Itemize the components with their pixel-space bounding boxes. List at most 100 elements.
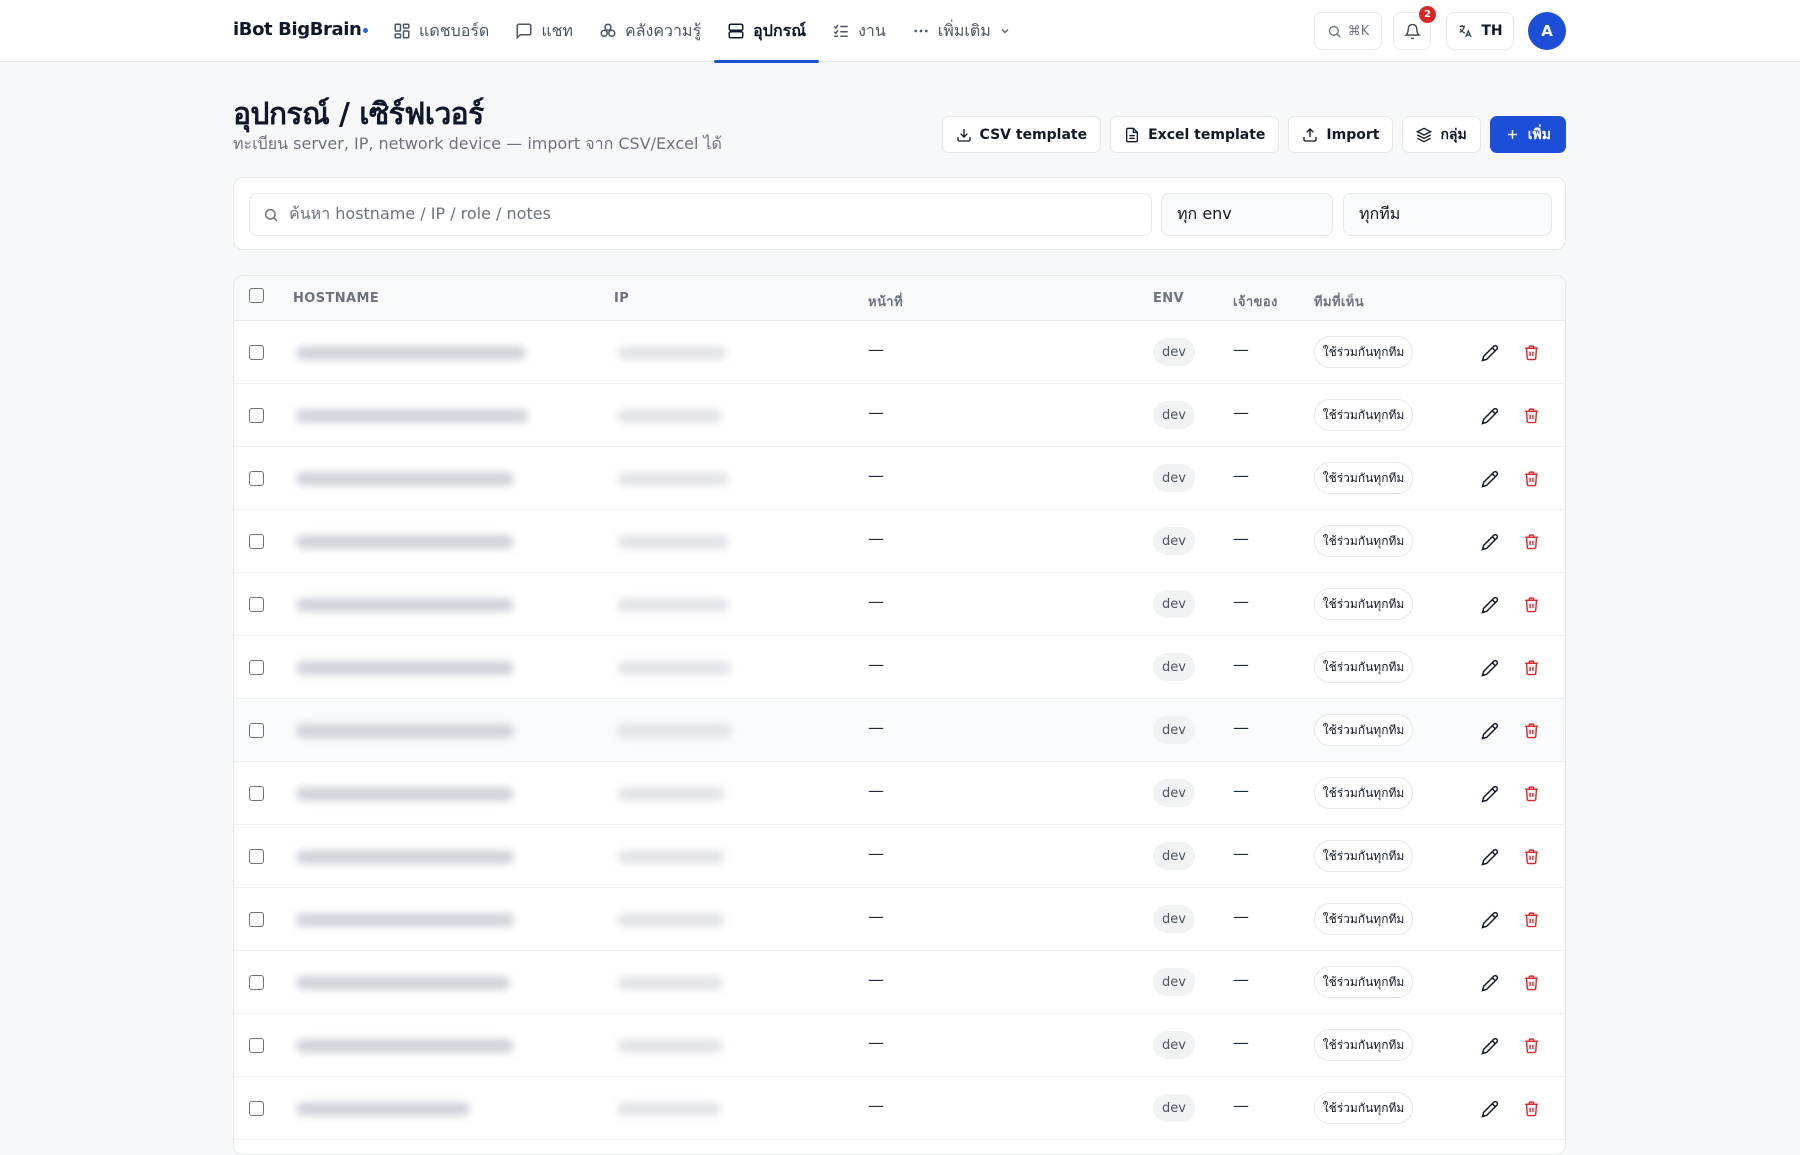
delete-icon[interactable] <box>1522 847 1541 866</box>
table-row[interactable]: — dev — ใช้ร่วมกันทุกทีม <box>234 384 1565 447</box>
notifications-button[interactable]: 2 <box>1393 6 1436 50</box>
table-row[interactable]: — dev — ใช้ร่วมกันทุกทีม <box>234 1014 1565 1077</box>
row-checkbox[interactable] <box>249 408 264 423</box>
env-badge: dev <box>1153 653 1195 681</box>
column-header-role[interactable]: หน้าที่ <box>868 291 903 312</box>
delete-icon[interactable] <box>1522 343 1541 362</box>
edit-icon[interactable] <box>1480 343 1499 362</box>
language-switcher[interactable]: TH <box>1446 12 1514 50</box>
delete-icon[interactable] <box>1522 1036 1541 1055</box>
table-row[interactable]: — dev — ใช้ร่วมกันทุกทีม <box>234 321 1565 384</box>
owner-cell: — <box>1233 529 1249 548</box>
table-row[interactable]: — dev — ใช้ร่วมกันทุกทีม <box>234 636 1565 699</box>
team-filter-select[interactable]: ทุกทีม <box>1343 193 1552 236</box>
edit-icon[interactable] <box>1480 406 1499 425</box>
nav-item-chat[interactable]: แชท <box>502 0 586 62</box>
groups-button[interactable]: กลุ่ม <box>1402 116 1481 153</box>
user-avatar[interactable]: A <box>1528 12 1566 50</box>
device-search-input[interactable]: ค้นหา hostname / IP / role / notes <box>249 193 1152 236</box>
redacted-ip <box>617 787 725 801</box>
chat-icon <box>516 23 532 40</box>
row-checkbox[interactable] <box>249 1101 264 1116</box>
table-row[interactable]: — dev — ใช้ร่วมกันทุกทีม <box>234 447 1565 510</box>
row-checkbox[interactable] <box>249 660 264 675</box>
delete-icon[interactable] <box>1522 784 1541 803</box>
row-checkbox[interactable] <box>249 345 264 360</box>
delete-icon[interactable] <box>1522 973 1541 992</box>
row-checkbox[interactable] <box>249 471 264 486</box>
edit-icon[interactable] <box>1480 1036 1499 1055</box>
language-label: TH <box>1481 23 1503 39</box>
column-header-owner[interactable]: เจ้าของ <box>1233 291 1278 312</box>
redacted-hostname <box>296 661 514 675</box>
excel-template-label: Excel template <box>1148 126 1266 143</box>
row-checkbox[interactable] <box>249 723 264 738</box>
nav-item-dashboard[interactable]: แดชบอร์ด <box>380 0 502 62</box>
delete-icon[interactable] <box>1522 721 1541 740</box>
table-row[interactable]: — dev — ใช้ร่วมกันทุกทีม <box>234 699 1565 762</box>
command-search-button[interactable]: ⌘K <box>1314 12 1382 50</box>
row-checkbox[interactable] <box>249 534 264 549</box>
env-badge: dev <box>1153 464 1195 492</box>
brand-logo[interactable]: iBot BigBrain <box>233 19 369 40</box>
row-checkbox[interactable] <box>249 975 264 990</box>
table-row[interactable]: — dev — ใช้ร่วมกันทุกทีม <box>234 951 1565 1014</box>
table-row[interactable]: — dev — ใช้ร่วมกันทุกทีม <box>234 888 1565 951</box>
table-row[interactable]: — dev — ใช้ร่วมกันทุกทีม <box>234 510 1565 573</box>
edit-icon[interactable] <box>1480 658 1499 677</box>
spreadsheet-file-icon <box>1126 127 1139 142</box>
edit-icon[interactable] <box>1480 595 1499 614</box>
edit-icon[interactable] <box>1480 784 1499 803</box>
row-checkbox[interactable] <box>249 912 264 927</box>
row-checkbox[interactable] <box>249 786 264 801</box>
delete-icon[interactable] <box>1522 469 1541 488</box>
role-cell: — <box>868 781 884 800</box>
delete-icon[interactable] <box>1522 532 1541 551</box>
column-header-visible-teams[interactable]: ทีมที่เห็น <box>1314 291 1364 312</box>
redacted-ip <box>617 1102 721 1116</box>
delete-icon[interactable] <box>1522 406 1541 425</box>
table-row[interactable]: — dev — ใช้ร่วมกันทุกทีม <box>234 573 1565 636</box>
env-badge: dev <box>1153 1031 1195 1059</box>
row-checkbox[interactable] <box>249 1038 264 1053</box>
column-header-hostname[interactable]: HOSTNAME <box>293 291 379 306</box>
owner-cell: — <box>1233 970 1249 989</box>
delete-icon[interactable] <box>1522 658 1541 677</box>
add-device-button[interactable]: เพิ่ม <box>1489 116 1566 153</box>
visibility-badge: ใช้ร่วมกันทุกทีม <box>1314 966 1413 998</box>
redacted-hostname <box>296 1039 514 1053</box>
edit-icon[interactable] <box>1480 847 1499 866</box>
table-row[interactable]: — dev — ใช้ร่วมกันทุกทีม <box>234 825 1565 888</box>
edit-icon[interactable] <box>1480 469 1499 488</box>
edit-icon[interactable] <box>1480 721 1499 740</box>
edit-icon[interactable] <box>1480 973 1499 992</box>
column-header-ip[interactable]: IP <box>614 291 629 306</box>
nav-item-knowledge[interactable]: คลังความรู้ <box>586 0 714 62</box>
role-cell: — <box>868 466 884 485</box>
env-filter-select[interactable]: ทุก env <box>1161 193 1333 236</box>
edit-icon[interactable] <box>1480 532 1499 551</box>
edit-icon[interactable] <box>1480 1099 1499 1118</box>
select-all-checkbox[interactable] <box>249 288 264 303</box>
nav-item-tasks[interactable]: งาน <box>819 0 899 62</box>
column-header-env[interactable]: ENV <box>1153 291 1184 306</box>
redacted-hostname <box>296 535 514 549</box>
edit-icon[interactable] <box>1480 910 1499 929</box>
delete-icon[interactable] <box>1522 595 1541 614</box>
owner-cell: — <box>1233 1096 1249 1115</box>
visibility-badge: ใช้ร่วมกันทุกทีม <box>1314 1092 1413 1124</box>
nav-item-devices[interactable]: อุปกรณ์ <box>714 0 819 63</box>
env-badge: dev <box>1153 1094 1195 1122</box>
row-checkbox[interactable] <box>249 597 264 612</box>
chevron-down-icon <box>1001 29 1009 34</box>
csv-template-button[interactable]: CSV template <box>941 116 1102 153</box>
delete-icon[interactable] <box>1522 910 1541 929</box>
delete-icon[interactable] <box>1522 1099 1541 1118</box>
import-button[interactable]: Import <box>1288 116 1394 153</box>
excel-template-button[interactable]: Excel template <box>1110 116 1280 153</box>
row-checkbox[interactable] <box>249 849 264 864</box>
table-row[interactable]: — dev — ใช้ร่วมกันทุกทีม <box>234 762 1565 825</box>
redacted-hostname <box>296 724 514 738</box>
topbar-actions: ⌘K 2 TH A <box>1314 6 1566 50</box>
nav-item-more[interactable]: เพิ่มเติม <box>899 0 1024 62</box>
